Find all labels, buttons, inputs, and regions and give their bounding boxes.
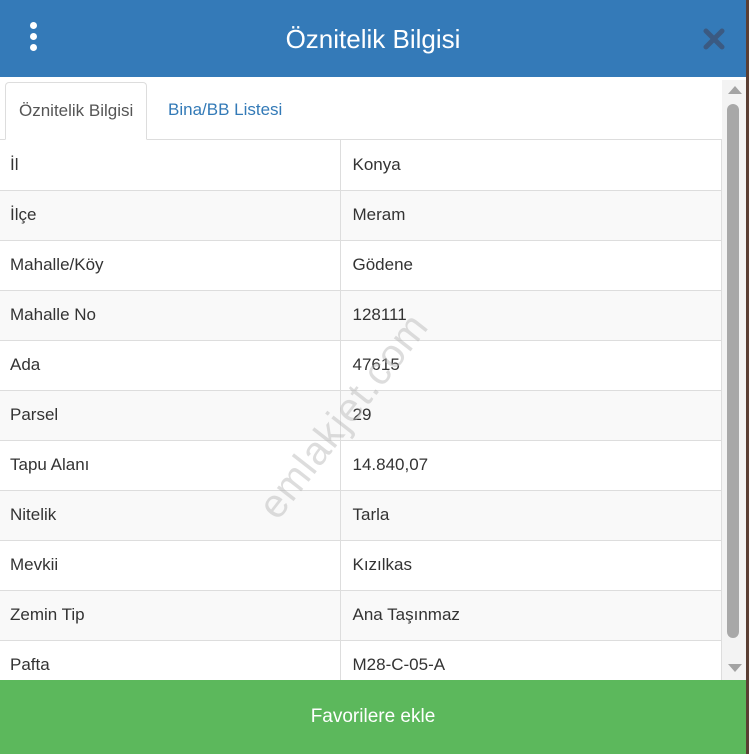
row-key: Mahalle/Köy <box>0 239 341 290</box>
row-key: İlçe <box>0 189 341 240</box>
row-key: Ada <box>0 339 341 390</box>
row-key: Mahalle No <box>0 289 341 340</box>
row-value: Gödene <box>340 239 722 290</box>
row-key: Nitelik <box>0 489 341 540</box>
row-value: Tarla <box>340 489 722 540</box>
add-to-favorites-button[interactable]: Favorilere ekle <box>0 680 746 754</box>
scroll-thumb[interactable] <box>727 104 739 638</box>
table-row: Parsel 29 <box>0 389 722 440</box>
table-row: Mahalle No 128111 <box>0 289 722 340</box>
dialog-header: Öznitelik Bilgisi <box>0 0 746 77</box>
table-row: Zemin Tip Ana Taşınmaz <box>0 589 722 640</box>
table-row: Nitelik Tarla <box>0 489 722 540</box>
table-row: Mahalle/Köy Gödene <box>0 239 722 290</box>
row-value: Ana Taşınmaz <box>340 589 722 640</box>
close-icon <box>703 28 725 50</box>
row-value: 14.840,07 <box>340 439 722 490</box>
scroll-up-arrow-icon[interactable] <box>728 86 742 94</box>
row-value: 47615 <box>340 339 722 390</box>
row-value: M28-C-05-A <box>340 639 722 680</box>
table-row: Ada 47615 <box>0 339 722 390</box>
row-key: Tapu Alanı <box>0 439 341 490</box>
table-row: Mevkii Kızılkas <box>0 539 722 590</box>
table-row: İlçe Meram <box>0 189 722 240</box>
attribute-dialog: Öznitelik Bilgisi Öznitelik Bilgisi Bina… <box>0 0 746 754</box>
tab-building-list[interactable]: Bina/BB Listesi <box>155 82 295 138</box>
row-key: Parsel <box>0 389 341 440</box>
row-value: Konya <box>340 140 722 190</box>
scroll-down-arrow-icon[interactable] <box>728 664 742 672</box>
row-key: Zemin Tip <box>0 589 341 640</box>
row-key: Mevkii <box>0 539 341 590</box>
row-value: Meram <box>340 189 722 240</box>
vertical-scrollbar[interactable] <box>722 80 746 680</box>
table-row: Tapu Alanı 14.840,07 <box>0 439 722 490</box>
close-button[interactable] <box>700 24 728 54</box>
row-key: Pafta <box>0 639 341 680</box>
attribute-table: İl Konya İlçe Meram Mahalle/Köy Gödene M… <box>0 140 722 680</box>
row-value: 29 <box>340 389 722 440</box>
table-row: İl Konya <box>0 140 722 190</box>
dialog-title: Öznitelik Bilgisi <box>285 24 461 54</box>
tab-bar: Öznitelik Bilgisi Bina/BB Listesi <box>0 77 722 140</box>
tab-attribute-info[interactable]: Öznitelik Bilgisi <box>5 82 148 140</box>
table-row: Pafta M28-C-05-A <box>0 639 722 680</box>
attribute-table-container: İl Konya İlçe Meram Mahalle/Köy Gödene M… <box>0 140 722 680</box>
row-value: Kızılkas <box>340 539 722 590</box>
row-value: 128111 <box>340 289 722 340</box>
row-key: İl <box>0 140 341 190</box>
